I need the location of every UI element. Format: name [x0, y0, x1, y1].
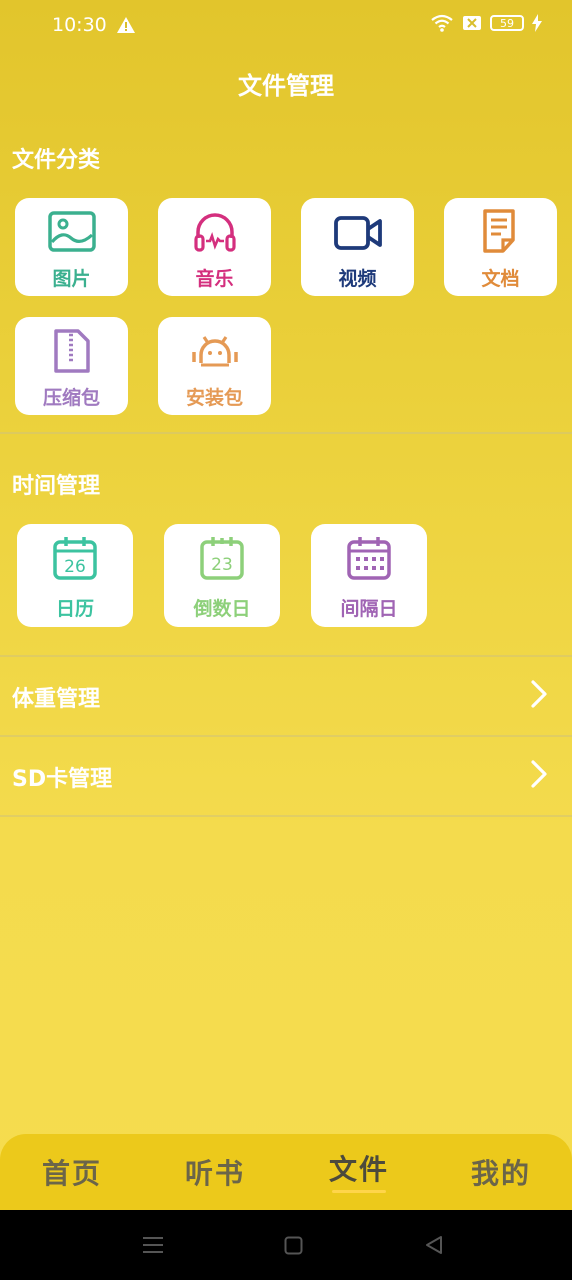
tile-label: 日历	[55, 598, 94, 620]
calendar-icon: 26	[53, 537, 97, 580]
tile-music[interactable]: 音乐	[158, 198, 271, 296]
file-category-title: 文件分类	[12, 148, 101, 173]
tile-images[interactable]: 图片	[15, 198, 128, 296]
tile-label: 倒数日	[193, 598, 251, 620]
nav-item-files[interactable]: 文件	[299, 1148, 419, 1188]
row-label: 体重管理	[12, 687, 101, 712]
nav-item-home[interactable]: 首页	[12, 1152, 132, 1192]
tile-countdown[interactable]: 23 倒数日	[164, 524, 280, 627]
tile-label: 压缩包	[42, 387, 100, 409]
tile-label: 安装包	[185, 387, 243, 409]
bottom-nav: 首页 听书 文件 我的	[0, 1134, 572, 1210]
nav-item-audiobooks[interactable]: 听书	[155, 1152, 275, 1192]
active-tab-indicator	[332, 1190, 386, 1193]
home-icon[interactable]	[284, 1236, 303, 1255]
tile-archives[interactable]: 压缩包	[15, 317, 128, 415]
chevron-right-icon	[531, 680, 547, 708]
battery-indicator: 59	[490, 15, 524, 31]
chevron-right-icon	[531, 760, 547, 788]
row-label: SD卡管理	[12, 767, 113, 792]
zip-file-icon	[53, 329, 90, 373]
countdown-icon-day: 23	[211, 555, 233, 575]
menu-icon[interactable]	[143, 1236, 163, 1254]
image-icon	[47, 211, 96, 252]
headphones-icon	[193, 213, 236, 252]
calendar-icon-day: 26	[64, 557, 86, 577]
nav-item-mine[interactable]: 我的	[441, 1152, 561, 1192]
countdown-calendar-icon: 23	[200, 537, 244, 580]
divider	[0, 815, 572, 817]
video-camera-icon	[333, 216, 382, 250]
status-time: 10:30	[52, 14, 107, 36]
tile-label: 文档	[481, 268, 520, 290]
battery-level: 59	[500, 16, 514, 30]
tile-label: 视频	[338, 268, 377, 290]
status-bar: 10:30 59	[0, 0, 572, 52]
tile-apk[interactable]: 安装包	[158, 317, 271, 415]
back-icon[interactable]	[424, 1235, 444, 1255]
charging-icon	[532, 14, 542, 32]
interval-calendar-icon	[347, 537, 391, 580]
tile-documents[interactable]: 文档	[444, 198, 557, 296]
page-title: 文件管理	[238, 72, 334, 100]
wifi-icon	[431, 14, 453, 32]
tile-label: 间隔日	[340, 598, 398, 620]
tile-video[interactable]: 视频	[301, 198, 414, 296]
document-icon	[482, 209, 515, 253]
time-management-title: 时间管理	[12, 474, 101, 499]
no-sim-icon	[463, 16, 481, 30]
tile-label: 图片	[52, 268, 91, 290]
tile-calendar[interactable]: 26 日历	[17, 524, 133, 627]
warning-icon	[117, 17, 135, 33]
system-navigation-bar	[0, 1210, 572, 1280]
android-icon	[191, 336, 238, 367]
tile-label: 音乐	[195, 268, 234, 290]
divider	[0, 432, 572, 434]
weight-management-row[interactable]: 体重管理	[0, 657, 572, 735]
tile-interval[interactable]: 间隔日	[311, 524, 427, 627]
sd-card-management-row[interactable]: SD卡管理	[0, 737, 572, 815]
